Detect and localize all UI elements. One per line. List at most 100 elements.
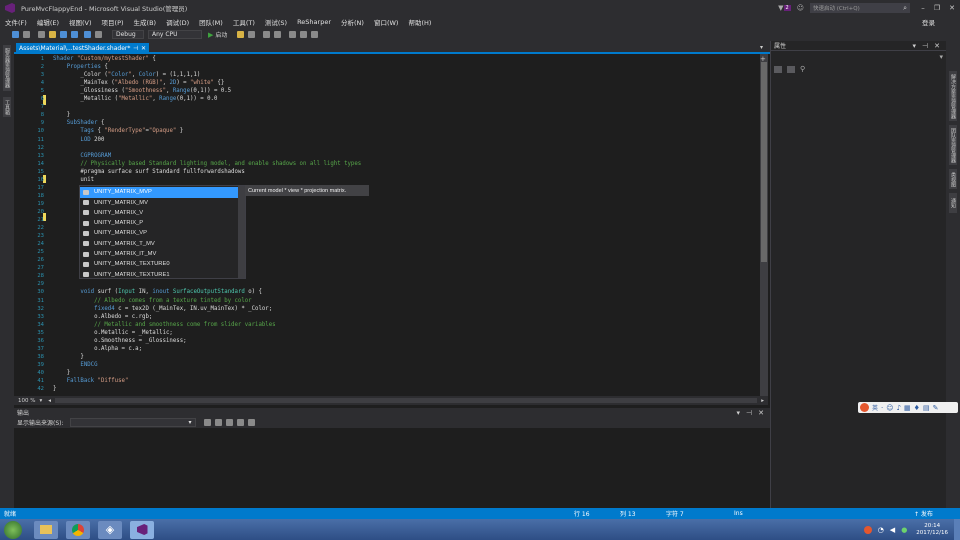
menu-resharper[interactable]: ReSharper xyxy=(292,18,336,26)
attach-icon[interactable] xyxy=(237,31,245,38)
menu-file[interactable]: 文件(F) xyxy=(0,17,32,27)
find-icon[interactable] xyxy=(248,31,256,38)
find-message-icon[interactable] xyxy=(203,419,211,426)
code-line[interactable]: o.Albedo = c.rgb; xyxy=(53,314,152,320)
code-line[interactable]: _Glossiness ("Smoothness", Range(0,1)) =… xyxy=(53,88,231,94)
class-view-tab[interactable]: 类视图 xyxy=(949,169,957,189)
menu-debug[interactable]: 调试(D) xyxy=(161,17,194,27)
redo-icon[interactable] xyxy=(95,31,102,38)
code-line[interactable]: Tags { "RenderType"="Opaque" } xyxy=(53,128,183,134)
taskbar-unity[interactable]: ◈ xyxy=(98,520,122,539)
code-line[interactable]: o.Metallic = _Metallic; xyxy=(53,330,173,336)
editor-scroll-thumb[interactable] xyxy=(761,62,767,262)
quick-launch-input[interactable]: 快速启动 (Ctrl+Q) ⌕ xyxy=(810,3,910,13)
pin-icon[interactable]: ⊣ xyxy=(133,45,138,52)
output-pin-icon[interactable]: ⊣ xyxy=(746,409,752,417)
intellisense-item[interactable]: UNITY_MATRIX_VP xyxy=(80,228,238,239)
notifications-tab[interactable]: 通知 xyxy=(949,193,957,213)
scroll-right-icon[interactable]: ▸ xyxy=(761,398,764,404)
menu-project[interactable]: 项目(P) xyxy=(97,17,129,27)
emoji-icon[interactable]: ☺ xyxy=(886,404,893,412)
save-all-icon[interactable] xyxy=(71,31,78,38)
indent-icon[interactable] xyxy=(263,31,271,38)
code-line[interactable]: // Physically based Standard lighting mo… xyxy=(53,161,361,167)
intellisense-popup[interactable]: UNITY_MATRIX_MVP UNITY_MATRIX_MV UNITY_MAT… xyxy=(79,185,246,279)
intellisense-item[interactable]: UNITY_MATRIX_MV xyxy=(80,197,238,208)
outdent-icon[interactable] xyxy=(274,31,282,38)
tray-security-icon[interactable]: ● xyxy=(901,526,907,534)
mic-icon[interactable]: ♪ xyxy=(897,404,901,412)
code-line[interactable]: o.Alpha = c.a; xyxy=(53,346,142,352)
feedback-icon[interactable]: ☺ xyxy=(797,4,804,12)
code-line[interactable]: void surf (Input IN, inout SurfaceOutput… xyxy=(53,289,262,295)
menu-team[interactable]: 团队(M) xyxy=(194,17,228,27)
tray-clock[interactable]: 20:14 2017/12/16 xyxy=(916,523,948,537)
code-line[interactable]: // Albedo comes from a texture tinted by… xyxy=(53,298,252,304)
code-line[interactable]: SubShader { xyxy=(53,120,105,126)
output-close-icon[interactable]: ✕ xyxy=(758,409,764,417)
bookmark-icon[interactable] xyxy=(289,31,297,38)
code-line[interactable]: unit xyxy=(53,177,94,183)
toolbox-icon[interactable]: ▤ xyxy=(923,404,930,412)
output-dropdown-icon[interactable]: ▾ xyxy=(737,409,741,417)
menu-help[interactable]: 帮助(H) xyxy=(403,17,436,27)
clear-all-icon[interactable] xyxy=(236,419,244,426)
close-tab-icon[interactable]: ✕ xyxy=(141,45,146,52)
server-explorer-tab[interactable]: 服务器资源管理器 xyxy=(3,45,11,91)
minimize-button[interactable]: – xyxy=(916,4,930,12)
alphabetical-icon[interactable] xyxy=(787,65,795,73)
prev-bookmark-icon[interactable] xyxy=(300,31,308,38)
show-desktop-button[interactable] xyxy=(954,519,960,540)
tray-network-icon[interactable]: ◔ xyxy=(878,526,884,534)
output-source-select[interactable]: ▾ xyxy=(69,418,196,427)
tray-volume-icon[interactable]: ◀ xyxy=(890,526,895,534)
intellisense-item[interactable]: UNITY_MATRIX_IT_MV xyxy=(80,249,238,260)
back-icon[interactable] xyxy=(12,31,19,38)
settings-wrench-icon[interactable]: ✎ xyxy=(933,404,939,412)
zoom-level[interactable]: 100 % xyxy=(18,398,35,404)
split-editor-icon[interactable]: + xyxy=(760,55,766,63)
solution-explorer-tab[interactable]: 解决方案资源管理器 xyxy=(949,71,957,121)
scroll-left-icon[interactable]: ◂ xyxy=(48,398,51,404)
save-icon[interactable] xyxy=(60,31,67,38)
code-line[interactable]: CGPROGRAM xyxy=(53,153,111,159)
next-bookmark-icon[interactable] xyxy=(311,31,319,38)
menu-build[interactable]: 生成(B) xyxy=(129,17,162,27)
menu-edit[interactable]: 编辑(E) xyxy=(32,17,64,27)
code-line[interactable]: Properties { xyxy=(53,64,108,70)
code-line[interactable]: o.Smoothness = _Glossiness; xyxy=(53,338,186,344)
menu-view[interactable]: 视图(V) xyxy=(64,17,97,27)
new-project-icon[interactable] xyxy=(38,31,45,38)
intellisense-item[interactable]: UNITY_MATRIX_P xyxy=(80,218,238,229)
ime-toolbar[interactable]: 英 · ☺ ♪ ▦ ♦ ▤ ✎ xyxy=(858,402,958,413)
code-line[interactable]: FallBack "Diffuse" xyxy=(53,378,129,384)
menu-window[interactable]: 窗口(W) xyxy=(369,17,404,27)
menu-test[interactable]: 测试(S) xyxy=(260,17,292,27)
next-message-icon[interactable] xyxy=(225,419,233,426)
configuration-select[interactable]: Debug xyxy=(112,30,144,39)
close-button[interactable]: ✕ xyxy=(944,4,960,12)
code-line[interactable]: ENDCG xyxy=(53,362,97,368)
menu-analyze[interactable]: 分析(N) xyxy=(336,17,369,27)
start-play-icon[interactable]: ▶ xyxy=(208,31,213,39)
punctuation-icon[interactable]: · xyxy=(881,404,883,412)
tab-testshader[interactable]: Assets\Material\...testShader.shader* ⊣ … xyxy=(16,43,149,53)
restore-button[interactable]: ❐ xyxy=(930,4,944,12)
categorized-icon[interactable] xyxy=(774,65,782,73)
code-line[interactable]: } xyxy=(53,386,56,392)
tab-dropdown-icon[interactable]: ▾ xyxy=(760,44,763,51)
prev-message-icon[interactable] xyxy=(214,419,222,426)
platform-select[interactable]: Any CPU xyxy=(148,30,202,39)
code-line[interactable]: fixed4 c = tex2D (_MainTex, IN.uv_MainTe… xyxy=(53,306,272,312)
code-line[interactable]: _Color ("Color", Color) = (1,1,1,1) xyxy=(53,72,200,78)
keyboard-icon[interactable]: ▦ xyxy=(904,404,911,412)
code-line[interactable]: } xyxy=(53,112,70,118)
start-orb-icon[interactable] xyxy=(4,520,22,539)
panel-dropdown-icon[interactable]: ▾ xyxy=(913,42,917,50)
properties-object-select[interactable]: ▾ xyxy=(774,53,943,62)
tray-sogou-icon[interactable] xyxy=(863,525,872,534)
undo-icon[interactable] xyxy=(84,31,91,38)
ime-language[interactable]: 英 xyxy=(872,403,878,412)
code-line[interactable]: } xyxy=(53,370,70,376)
panel-pin-icon[interactable]: ⊣ xyxy=(922,42,928,50)
